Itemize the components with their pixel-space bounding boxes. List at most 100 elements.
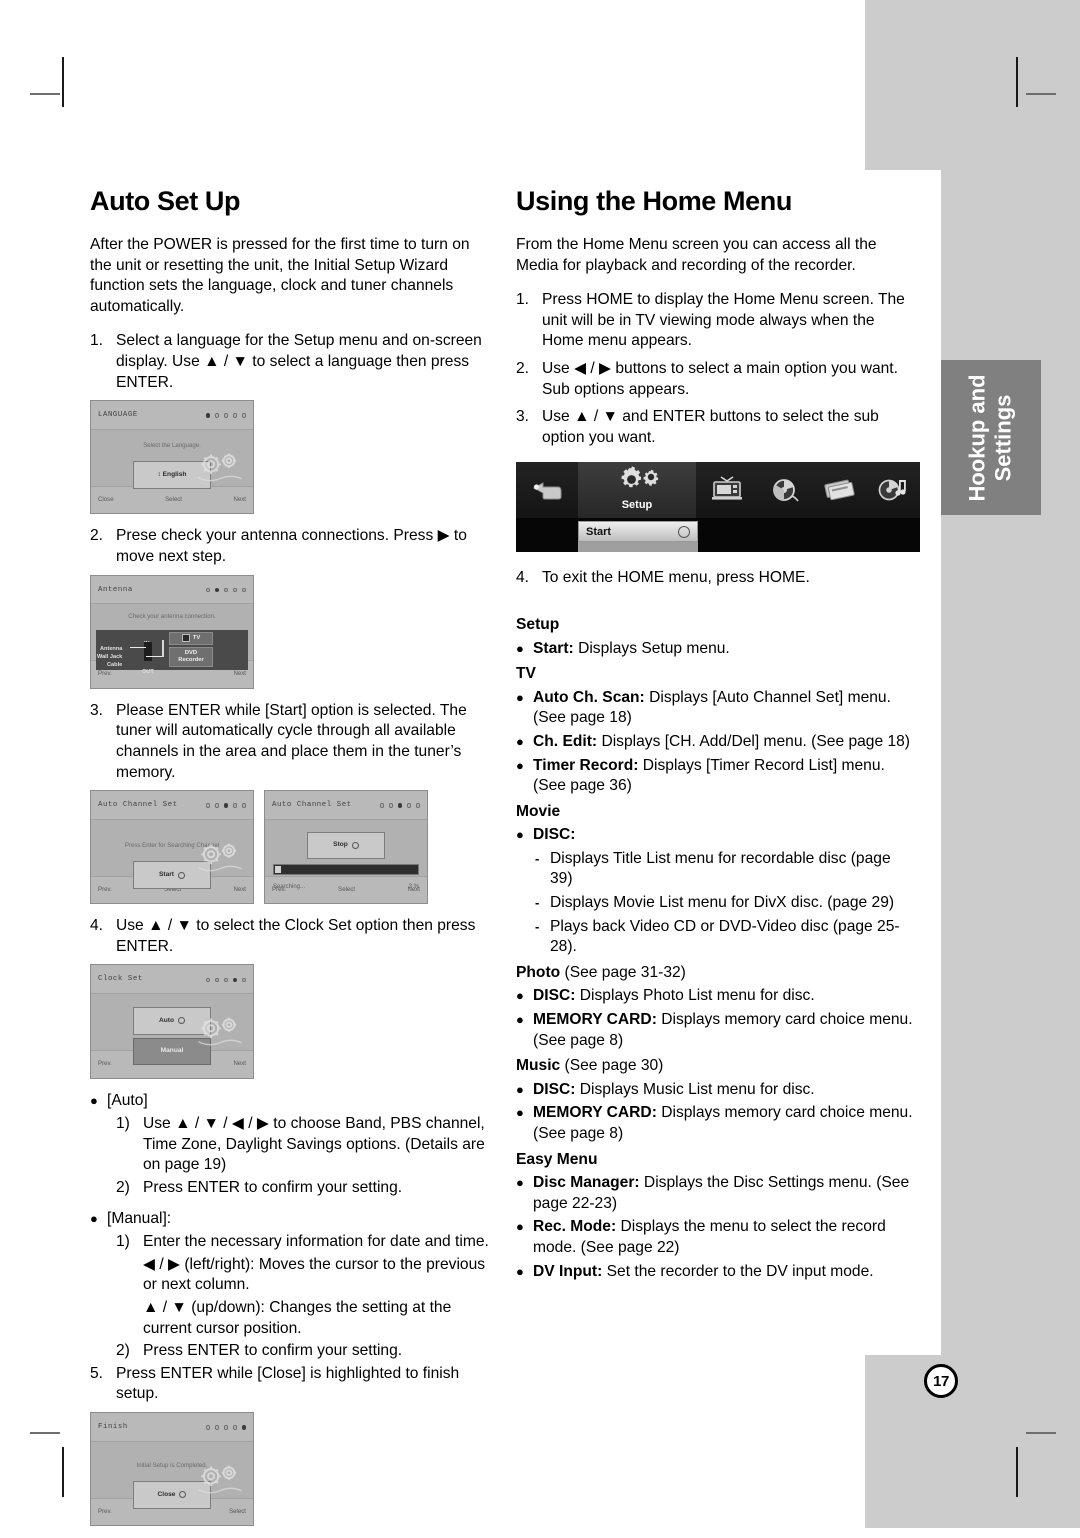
menu-item-rec-mode-text: Rec. Mode: Displays the menu to select t… bbox=[533, 1217, 916, 1258]
osd-finish-body: Initial Setup is Completed. Close bbox=[91, 1441, 253, 1509]
menu-item-movie-disc-bold: DISC: bbox=[533, 826, 576, 844]
home-menu-item-tv[interactable] bbox=[696, 462, 758, 518]
menu-item-start: ● Start: Displays Setup menu. bbox=[516, 639, 916, 660]
home-menu-item-setup[interactable]: Setup bbox=[578, 462, 696, 519]
step-2-number: 2. bbox=[90, 527, 104, 545]
menu-item-timer-record: ● Timer Record: Displays [Timer Record L… bbox=[516, 756, 916, 797]
dash-marker: - bbox=[535, 850, 540, 866]
step-5-text: Press ENTER while [Close] is highlighted… bbox=[116, 1364, 460, 1403]
menu-item-photo-disc-desc: Displays Photo List menu for disc. bbox=[575, 987, 815, 1005]
menu-section-heading-tv: TV bbox=[516, 665, 536, 683]
step-dot bbox=[241, 413, 246, 418]
osd-antenna-step-dots bbox=[205, 587, 246, 593]
osd-language-screen: LANGUAGE Select the Language. ↕ English bbox=[90, 400, 254, 515]
home-menu-start-option[interactable]: Start bbox=[578, 521, 698, 543]
home-step-4-text: To exit the HOME menu, press HOME. bbox=[542, 569, 810, 587]
home-menu-icon-bar: Setup bbox=[516, 462, 920, 519]
menu-item-start-bold: Start: bbox=[533, 639, 574, 657]
menu-item-auto-ch-scan: ● Auto Ch. Scan: Displays [Auto Channel … bbox=[516, 688, 916, 729]
osd-antenna-title: Antenna bbox=[98, 585, 133, 594]
auto-substep-2: 2) Press ENTER to confirm your setting. bbox=[90, 1178, 490, 1199]
step-dot bbox=[205, 1425, 210, 1430]
osd-finish-screen: Finish Initial Setup is Completed. Close bbox=[90, 1411, 254, 1527]
music-disc-icon bbox=[878, 479, 906, 501]
home-menu-item-music[interactable] bbox=[866, 462, 920, 518]
step-3: 3. Please ENTER while [Start] option is … bbox=[90, 701, 490, 783]
section-tab-label: Hookup and Settings bbox=[965, 374, 1017, 501]
home-menu-item-photo[interactable] bbox=[812, 462, 866, 518]
menu-dash-movie-1: - Displays Title List menu for recordabl… bbox=[516, 849, 916, 890]
step-dot bbox=[397, 803, 402, 808]
home-step-1-text: Press HOME to display the Home Menu scre… bbox=[542, 291, 905, 350]
bullet-dot: ● bbox=[516, 1219, 524, 1235]
bullet-dot: ● bbox=[516, 988, 524, 1004]
crop-mark-top-right-vertical bbox=[1016, 57, 1018, 107]
osd-autochan-b-titlebar: Auto Channel Set bbox=[265, 791, 427, 820]
home-menu-item-movie[interactable] bbox=[758, 462, 812, 518]
gears-decoration-icon bbox=[198, 1017, 242, 1046]
step-dot bbox=[241, 587, 246, 593]
osd-antenna-hint: Check your antenna connection. bbox=[128, 613, 216, 621]
menu-item-music-disc-bold: DISC: bbox=[533, 1080, 576, 1098]
osd-autochan-b-stop-button: Stop bbox=[307, 831, 385, 860]
home-step-2: 2. Use ◀ / ▶ buttons to select a main op… bbox=[516, 359, 916, 400]
crop-mark-bottom-left-horizontal bbox=[30, 1432, 60, 1434]
step-dot bbox=[232, 977, 237, 983]
menu-item-disc-manager-bold: Disc Manager: bbox=[533, 1174, 640, 1192]
manual-left-right-desc: ◀ / ▶ (left/right): Moves the cursor to … bbox=[143, 1255, 486, 1294]
osd-finish-close-label: Close bbox=[157, 1490, 176, 1498]
home-menu-item-hand[interactable] bbox=[516, 462, 578, 518]
menu-item-ch-edit: ● Ch. Edit: Displays [CH. Add/Del] menu.… bbox=[516, 732, 916, 753]
home-step-3: 3. Use ▲ / ▼ and ENTER buttons to select… bbox=[516, 407, 916, 448]
enter-circle-icon bbox=[179, 1491, 187, 1499]
step-1: 1. Select a language for the Setup menu … bbox=[90, 331, 490, 393]
auto-substep-1-text: Use ▲ / ▼ / ◀ / ▶ to choose Band, PBS ch… bbox=[143, 1115, 485, 1174]
menu-item-music-disc-text: DISC: Displays Music List menu for disc. bbox=[533, 1080, 916, 1101]
osd-auto-channel-set-start: Auto Channel Set Press Enter for Searchi… bbox=[90, 790, 254, 905]
osd-clock-set-screen: Clock Set Auto Manual Prev. Next bbox=[90, 964, 254, 1079]
auto-substep-2-text: Press ENTER to confirm your setting. bbox=[143, 1179, 403, 1197]
menu-item-photo-disc-bold: DISC: bbox=[533, 987, 576, 1005]
osd-autochan-a-step-dots bbox=[205, 803, 246, 808]
gears-setup-icon bbox=[621, 465, 659, 487]
osd-antenna-body: Check your antenna connection. Antenna W… bbox=[91, 604, 253, 675]
manual-substep-1: 1) Enter the necessary information for d… bbox=[90, 1232, 490, 1253]
bullet-dot: ● bbox=[516, 1012, 524, 1028]
crop-mark-top-left-horizontal bbox=[30, 93, 60, 95]
section-tab-label-line2: Settings bbox=[991, 394, 1017, 481]
movie-disc-icon bbox=[773, 479, 799, 502]
menu-item-photo-disc: ● DISC: Displays Photo List menu for dis… bbox=[516, 986, 916, 1007]
home-menu-intro: From the Home Menu screen you can access… bbox=[516, 236, 877, 274]
step-3-number: 3. bbox=[90, 701, 104, 719]
screenshot-row-auto-channel-set: Auto Channel Set Press Enter for Searchi… bbox=[90, 790, 490, 905]
page-number: 17 bbox=[924, 1364, 958, 1398]
menu-item-timer-record-bold: Timer Record: bbox=[533, 756, 639, 774]
home-menu-sub-option-bar: Start bbox=[516, 518, 920, 553]
menu-item-disc-manager: ● Disc Manager: Displays the Disc Settin… bbox=[516, 1173, 916, 1214]
bullet-dot: ● bbox=[90, 1092, 98, 1108]
bullet-dot: ● bbox=[516, 1175, 524, 1191]
step-dot bbox=[223, 587, 228, 593]
step-dot bbox=[232, 413, 237, 418]
crop-mark-bottom-left-vertical bbox=[62, 1447, 64, 1497]
bullet-dot: ● bbox=[516, 1081, 524, 1097]
menu-item-photo-memory-card: ● MEMORY CARD: Displays memory card choi… bbox=[516, 1010, 916, 1051]
osd-finish-step-dots bbox=[205, 1425, 246, 1430]
crop-mark-bottom-right-vertical bbox=[1016, 1447, 1018, 1497]
antenna-diagram-dvd-box: DVD Recorder bbox=[169, 646, 213, 667]
osd-clockset-auto-label: Auto bbox=[158, 1016, 174, 1024]
manual-substep-2: 2) Press ENTER to confirm your setting. bbox=[90, 1341, 490, 1362]
step-dot bbox=[205, 803, 210, 808]
crop-mark-top-right-horizontal bbox=[1026, 93, 1056, 95]
bullet-dot: ● bbox=[516, 827, 524, 843]
osd-language-titlebar: LANGUAGE bbox=[91, 401, 253, 430]
step-dot bbox=[223, 413, 228, 418]
home-menu-start-label: Start bbox=[586, 525, 612, 538]
right-column: Using the Home Menu From the Home Menu s… bbox=[516, 186, 920, 1285]
menu-item-rec-mode: ● Rec. Mode: Displays the menu to select… bbox=[516, 1217, 916, 1258]
osd-autochan-a-title: Auto Channel Set bbox=[98, 801, 178, 810]
osd-language-title: LANGUAGE bbox=[98, 411, 138, 420]
antenna-diagram-tv-box: TV bbox=[169, 631, 213, 645]
menu-section-heading-easy-menu: Easy Menu bbox=[516, 1150, 598, 1168]
menu-item-photo-disc-text: DISC: Displays Photo List menu for disc. bbox=[533, 986, 916, 1007]
